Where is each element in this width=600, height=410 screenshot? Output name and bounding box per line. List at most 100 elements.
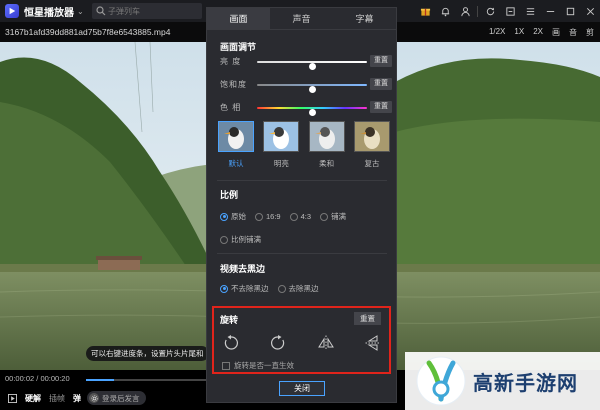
brightness-thumb[interactable] <box>309 63 316 70</box>
gift-icon[interactable] <box>415 0 435 22</box>
ratio-fill-label: 铺满 <box>331 212 347 221</box>
view-picture[interactable]: 画 <box>552 27 560 38</box>
tab-picture[interactable]: 画面 <box>207 8 270 29</box>
remove-black-border[interactable]: 去除黑边 <box>277 283 319 294</box>
ratio-fill[interactable]: 铺满 <box>320 211 346 222</box>
preset-soft-thumbnail <box>308 121 345 152</box>
hue-thumb[interactable] <box>309 109 316 116</box>
progress-fill <box>86 379 114 381</box>
search-icon[interactable] <box>96 6 106 16</box>
preset-default-label: 默认 <box>228 159 244 168</box>
radio-icon <box>220 284 228 293</box>
ratio-proportional-fill[interactable]: 比例铺满 <box>220 234 261 245</box>
rotate-section: 旋转 重置 旋转是否一直生效 <box>212 306 391 374</box>
danmaku-toggle[interactable]: 弹 <box>73 393 81 404</box>
keep-black-border-label: 不去除黑边 <box>231 284 269 293</box>
brightness-reset-button[interactable]: 重置 <box>370 55 392 67</box>
keep-black-border[interactable]: 不去除黑边 <box>220 283 269 294</box>
minimize-icon[interactable] <box>540 0 560 22</box>
preset-retro-label: 复古 <box>364 159 380 168</box>
ratio-title: 比例 <box>220 190 239 200</box>
view-options: 1/2X 1X 2X 画 音 剪 <box>489 27 600 38</box>
progress-tooltip: 可以右键进度条，设置片头片尾和 <box>86 346 209 361</box>
rotate-persist-label: 旋转是否一直生效 <box>234 361 294 370</box>
app-logo-icon[interactable] <box>5 4 19 18</box>
progress-bar[interactable] <box>86 379 206 381</box>
speed-2x[interactable]: 2X <box>533 27 543 38</box>
ratio-proportional-fill-label: 比例铺满 <box>231 235 261 244</box>
ratio-options: 原始 16:9 4:3 铺满 <box>220 211 355 222</box>
preset-retro[interactable]: 复古 <box>353 121 390 169</box>
bell-icon[interactable] <box>435 0 455 22</box>
hue-slider[interactable] <box>257 107 367 116</box>
time-display: 00:00:02 / 00:00:20 <box>5 374 70 383</box>
brightness-label: 亮 度 <box>220 57 242 66</box>
preset-bright-thumbnail <box>263 121 300 152</box>
refresh-icon[interactable] <box>480 0 500 22</box>
preset-default-thumbnail <box>218 121 254 152</box>
hue-label: 色 相 <box>220 103 242 112</box>
ratio-16-9[interactable]: 16:9 <box>255 212 281 221</box>
hue-reset-button[interactable]: 重置 <box>370 101 392 113</box>
divider <box>477 5 478 17</box>
search-input[interactable] <box>108 6 198 16</box>
preset-default[interactable]: 默认 <box>218 121 254 169</box>
close-icon[interactable] <box>580 0 600 22</box>
ratio-4-3[interactable]: 4:3 <box>289 212 312 221</box>
preset-bright[interactable]: 明亮 <box>263 121 300 169</box>
search-box[interactable] <box>92 3 202 19</box>
preset-retro-thumbnail <box>353 121 390 152</box>
ratio-options-2: 比例铺满 <box>220 234 270 245</box>
brightness-row: 亮 度 重置 <box>220 55 392 70</box>
settings-panel: 画面 声音 字幕 画面调节 亮 度 重置 饱和度 重置 色 相 重置 默认 明亮… <box>206 7 397 403</box>
pin-icon[interactable] <box>500 0 520 22</box>
site-watermark: 高新手游网 <box>405 352 600 410</box>
view-clip[interactable]: 剪 <box>586 27 594 38</box>
view-audio[interactable]: 音 <box>569 27 577 38</box>
ratio-4-3-label: 4:3 <box>300 212 312 221</box>
ratio-16-9-label: 16:9 <box>266 212 281 221</box>
saturation-label: 饱和度 <box>220 80 247 89</box>
flip-vertical-icon[interactable] <box>364 334 382 352</box>
chevron-down-icon[interactable]: ⌄ <box>77 7 84 16</box>
site-name: 高新手游网 <box>473 372 578 395</box>
remove-black-border-label: 去除黑边 <box>288 284 319 293</box>
maximize-icon[interactable] <box>560 0 580 22</box>
preset-soft[interactable]: 柔和 <box>308 121 345 169</box>
hard-decode-button[interactable]: 硬解 <box>25 393 41 404</box>
play-button[interactable] <box>8 393 17 403</box>
frame-interp-button[interactable]: 插帧 <box>49 393 65 404</box>
ratio-original[interactable]: 原始 <box>220 211 246 222</box>
rotate-icons <box>222 334 382 352</box>
app-name[interactable]: 恒星播放器 <box>24 4 74 19</box>
speed-half[interactable]: 1/2X <box>489 27 505 38</box>
danmaku-input[interactable]: 登录后发言 <box>87 391 146 405</box>
user-icon[interactable] <box>455 0 475 22</box>
rotate-ccw-icon[interactable] <box>222 334 240 352</box>
preset-bright-label: 明亮 <box>273 159 289 168</box>
ratio-original-label: 原始 <box>231 212 246 221</box>
radio-icon <box>320 212 329 221</box>
menu-icon[interactable] <box>520 0 540 22</box>
rotate-reset-button[interactable]: 重置 <box>354 312 381 325</box>
rotate-cw-icon[interactable] <box>269 334 287 352</box>
radio-icon <box>255 212 263 221</box>
checkbox-icon[interactable] <box>222 361 230 370</box>
radio-icon <box>289 212 298 221</box>
rotate-persist-option[interactable]: 旋转是否一直生效 <box>222 360 294 371</box>
saturation-thumb[interactable] <box>309 86 316 93</box>
flip-horizontal-icon[interactable] <box>317 334 335 352</box>
tab-subtitle[interactable]: 字幕 <box>333 8 396 29</box>
saturation-reset-button[interactable]: 重置 <box>370 78 392 90</box>
saturation-row: 饱和度 重置 <box>220 78 392 93</box>
gear-icon[interactable] <box>89 393 99 403</box>
rotate-title: 旋转 <box>220 315 239 325</box>
brightness-slider[interactable] <box>257 61 367 70</box>
image-adjust-title: 画面调节 <box>220 42 257 52</box>
saturation-slider[interactable] <box>257 84 367 93</box>
black-border-title: 视频去黑边 <box>220 264 266 274</box>
tab-audio[interactable]: 声音 <box>270 8 333 29</box>
speed-1x[interactable]: 1X <box>514 27 524 38</box>
close-button[interactable]: 关闭 <box>279 381 325 396</box>
danmaku-placeholder: 登录后发言 <box>102 393 140 403</box>
